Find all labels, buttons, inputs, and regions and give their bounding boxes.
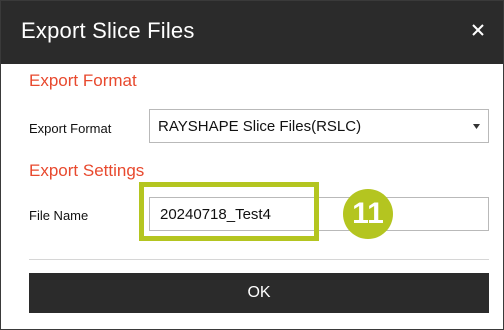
title-bar: Export Slice Files <box>1 1 503 64</box>
dialog-title: Export Slice Files <box>21 18 195 43</box>
file-name-label: File Name <box>29 208 89 223</box>
close-button[interactable] <box>463 15 493 45</box>
export-format-label: Export Format <box>29 121 112 136</box>
file-name-input[interactable] <box>149 197 489 231</box>
step-number-badge: 11 <box>343 189 393 239</box>
close-icon <box>472 24 484 36</box>
export-settings-section-title: Export Settings <box>29 161 145 180</box>
export-format-selected-value: RAYSHAPE Slice Files(RSLC) <box>158 118 362 135</box>
export-format-section-title: Export Format <box>29 71 137 90</box>
divider <box>29 259 489 260</box>
chevron-down-icon <box>473 124 480 129</box>
export-format-select[interactable]: RAYSHAPE Slice Files(RSLC) <box>149 109 489 143</box>
export-slice-files-dialog: Export Slice Files Export Format Export … <box>0 0 504 330</box>
ok-button[interactable]: OK <box>29 273 489 313</box>
